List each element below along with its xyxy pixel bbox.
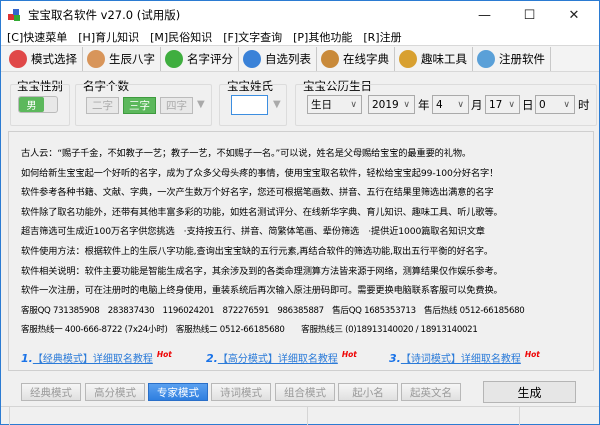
link-number: 3.	[389, 352, 401, 365]
minimize-button[interactable]: —	[462, 1, 507, 29]
link-text: 【诗词模式】详细取名教程	[400, 354, 521, 365]
menu-text-query[interactable]: [F]文字查询	[223, 29, 282, 45]
status-bar	[1, 406, 599, 425]
day-select[interactable]: 17 ∨	[485, 95, 520, 114]
info-line: 软件参考各种书籍、文献、字典，一次产生数万个好名字，您还可根据笔画数、拼音、五行…	[21, 187, 494, 199]
info-line: 软件相关说明：软件主要功能是智能生成名字，其余涉及到的各类命理测算方法皆来源于网…	[21, 265, 503, 277]
info-line: 软件一次注册，可在注册时的电脑上终身使用，重装系统后再次输入原注册码即可。需要更…	[21, 285, 503, 297]
toolbar-button-2[interactable]: 名字评分	[161, 46, 239, 71]
menu-bar: [C]快速菜单 [H]育儿知识 [M]民俗知识 [F]文字查询 [P]其他功能 …	[1, 29, 599, 45]
menu-register[interactable]: [R]注册	[363, 29, 401, 45]
tutorial-link-2[interactable]: 2.【高分模式】详细取名教程 Hot	[206, 350, 357, 365]
info-line: 客服热线一 400-666-8722 (7x24小时) 客服热线二 0512-6…	[21, 325, 478, 336]
menu-other[interactable]: [P]其他功能	[293, 29, 352, 45]
year-select[interactable]: 2019 ∨	[368, 95, 415, 114]
day-value: 17	[489, 98, 503, 111]
link-text: 【高分模式】详细取名教程	[217, 354, 338, 365]
mode-button-5[interactable]: 起小名	[338, 383, 398, 401]
people-icon	[87, 49, 105, 68]
graduate-icon	[321, 49, 339, 68]
toolbar-button-3[interactable]: 自选列表	[239, 46, 317, 71]
surname-dropdown-icon[interactable]: ▼	[273, 99, 281, 110]
hour-value: 0	[539, 98, 546, 111]
chevron-down-icon: ∨	[403, 99, 410, 110]
link-number: 2.	[206, 352, 218, 365]
month-unit: 月	[471, 98, 483, 112]
app-window: 宝宝取名软件 v27.0 (试用版) — ☐ ✕ [C]快速菜单 [H]育儿知识…	[0, 0, 600, 425]
date-type-select[interactable]: 生日 ∨	[307, 95, 362, 114]
mode-button-3[interactable]: 诗词模式	[211, 383, 271, 401]
hot-badge: Hot	[524, 350, 540, 359]
app-icon	[8, 9, 20, 21]
monitor-icon	[477, 49, 495, 68]
chevron-down-icon: ∨	[350, 99, 357, 110]
mode-button-6[interactable]: 起英文名	[401, 383, 461, 401]
info-line: 软件使用方法：根据软件上的生辰八字功能,查询出宝宝缺的五行元素,再结合软件的筛选…	[21, 246, 493, 257]
toolbar-label: 趣味工具	[421, 51, 467, 66]
day-unit: 日	[522, 98, 534, 112]
toolbar-label: 注册软件	[499, 51, 545, 66]
title-bar: 宝宝取名软件 v27.0 (试用版) — ☐ ✕	[1, 1, 599, 29]
generate-button[interactable]: 生成	[483, 381, 576, 403]
mode-button-0[interactable]: 经典模式	[21, 383, 81, 401]
toolbar-button-6[interactable]: 注册软件	[473, 46, 551, 71]
gender-value: 男	[19, 97, 44, 112]
chevron-down-icon: ∨	[563, 99, 570, 110]
info-line: 客服QQ 731385908 283837430 1196024201 8722…	[21, 305, 525, 316]
info-line: 软件除了取名功能外，还带有其他丰富多彩的功能，如姓名测试评分、在线新华字典、育儿…	[21, 206, 503, 218]
hour-unit: 时	[578, 98, 590, 112]
info-panel: 古人云：“赐子千金，不如教子一艺；教子一艺，不如赐子一名。”可以说，姓名是父母赐…	[8, 131, 594, 371]
windows-icon	[399, 49, 417, 68]
toolbar-label: 名字评分	[187, 51, 233, 66]
toolbar-label: 模式选择	[31, 51, 77, 66]
count-four[interactable]: 四字	[160, 97, 193, 114]
year-value: 2019	[372, 98, 399, 111]
toolbar-button-0[interactable]: 模式选择	[5, 46, 83, 71]
maximize-button[interactable]: ☐	[507, 1, 552, 29]
window-title: 宝宝取名软件 v27.0 (试用版)	[28, 8, 181, 22]
surname-input[interactable]	[231, 95, 268, 115]
month-select[interactable]: 4 ∨	[432, 95, 469, 114]
tutorial-link-3[interactable]: 3.【诗词模式】详细取名教程 Hot	[389, 350, 540, 365]
menu-folk[interactable]: [M]民俗知识	[150, 29, 212, 45]
count-three[interactable]: 三字	[123, 97, 156, 114]
hot-badge: Hot	[156, 350, 172, 359]
count-dropdown-icon[interactable]: ▼	[197, 99, 205, 110]
hour-select[interactable]: 0 ∨	[535, 95, 575, 114]
heart-icon	[9, 49, 27, 68]
link-number: 1.	[21, 352, 33, 365]
toolbar-label: 自选列表	[265, 51, 311, 66]
mode-button-1[interactable]: 高分模式	[85, 383, 145, 401]
toolbar-button-4[interactable]: 在线字典	[317, 46, 395, 71]
menu-quick[interactable]: [C]快速菜单	[7, 29, 67, 45]
toolbar-label: 生辰八字	[109, 51, 155, 66]
month-value: 4	[436, 98, 443, 111]
date-type-value: 生日	[311, 99, 332, 111]
info-line: 古人云：“赐子千金，不如教子一艺；教子一艺，不如赐子一名。”可以说，姓名是父母赐…	[21, 148, 472, 159]
menu-parenting[interactable]: [H]育儿知识	[78, 29, 139, 45]
hot-badge: Hot	[341, 350, 357, 359]
mode-button-2[interactable]: 专家模式	[148, 383, 208, 401]
year-unit: 年	[418, 98, 430, 112]
close-button[interactable]: ✕	[552, 1, 596, 29]
toolbar-button-5[interactable]: 趣味工具	[395, 46, 473, 71]
toolbar-label: 在线字典	[343, 51, 389, 66]
info-line: 如何给新生宝宝起一个好听的名字，成为了众多父母头疼的事情，使用宝宝取名软件，轻松…	[21, 167, 499, 179]
count-two[interactable]: 二字	[86, 97, 119, 114]
toolbar: 模式选择 生辰八字 名字评分 自选列表 在线字典 趣味工具 注册软件	[1, 45, 599, 72]
info-line: 超吉筛选可生成近100万名字供您挑选 ·支持按五行、拼音、简繁体笔画、辈份筛选 …	[21, 226, 485, 238]
tutorial-link-1[interactable]: 1.【经典模式】详细取名教程 Hot	[21, 350, 172, 365]
mode-button-4[interactable]: 组合模式	[275, 383, 335, 401]
link-text: 【经典模式】详细取名教程	[32, 354, 153, 365]
arrow-right-icon	[165, 49, 183, 68]
globe-icon	[243, 49, 261, 68]
toolbar-button-1[interactable]: 生辰八字	[83, 46, 161, 71]
gender-toggle[interactable]: 男	[18, 96, 58, 113]
chevron-down-icon: ∨	[457, 99, 464, 110]
chevron-down-icon: ∨	[508, 99, 515, 110]
